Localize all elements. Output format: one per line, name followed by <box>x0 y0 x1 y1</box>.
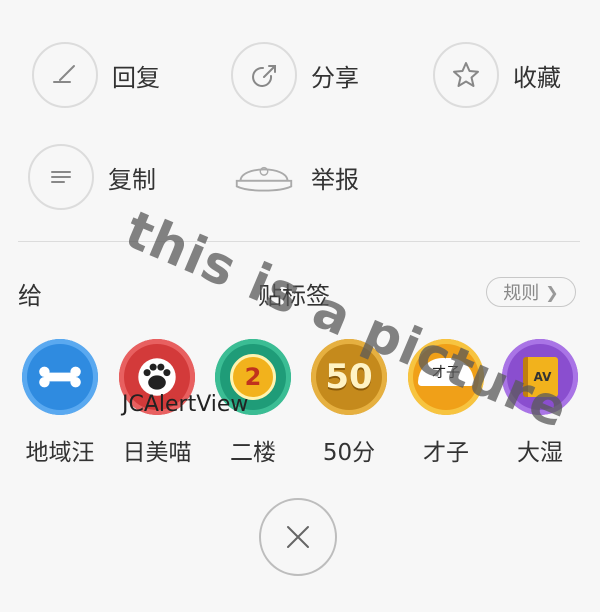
share-icon <box>231 42 297 108</box>
badge-name: 大湿 <box>517 440 563 466</box>
badge-name: 50分 <box>322 440 376 466</box>
share-label: 分享 <box>311 63 359 92</box>
favorite-action[interactable]: 收藏 <box>433 42 561 108</box>
favorite-label: 收藏 <box>513 63 561 92</box>
close-button[interactable] <box>259 498 337 576</box>
star-icon <box>433 42 499 108</box>
close-icon <box>287 526 309 548</box>
badge-fifty-text: 50 <box>325 357 373 397</box>
reply-icon <box>32 42 98 108</box>
badge-name: 二楼 <box>230 440 276 466</box>
copy-icon <box>28 144 94 210</box>
alert-view-label: JCAlertView <box>122 392 249 417</box>
badge-name: 日美喵 <box>122 440 192 466</box>
report-label: 举报 <box>311 165 359 194</box>
section-divider <box>18 241 580 242</box>
give-label: 给 <box>18 282 42 310</box>
rules-button[interactable]: 规则 ❯ <box>486 277 576 307</box>
reply-label: 回复 <box>112 63 160 92</box>
badge-name: 才子 <box>423 440 469 466</box>
badge-name: 地域汪 <box>25 440 95 466</box>
badge-item[interactable]: 地域汪 <box>22 339 98 467</box>
copy-label: 复制 <box>108 165 156 194</box>
reply-action[interactable]: 回复 <box>32 42 160 108</box>
report-action[interactable]: 举报 <box>231 144 359 210</box>
share-action[interactable]: 分享 <box>231 42 359 108</box>
chevron-right-icon: ❯ <box>545 282 559 302</box>
rules-label: 规则 <box>503 283 540 304</box>
copy-action[interactable]: 复制 <box>28 144 156 210</box>
bone-icon <box>22 339 98 415</box>
police-cap-icon <box>231 144 297 210</box>
